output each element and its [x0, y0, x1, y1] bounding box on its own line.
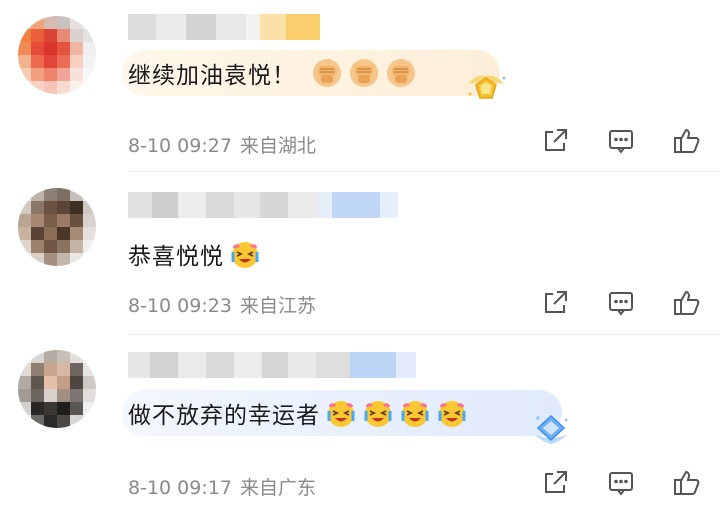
crying-laugh-emoji	[231, 242, 259, 268]
comment-location: 来自广东	[239, 477, 316, 499]
crying-laugh-emoji	[364, 401, 392, 427]
share-icon[interactable]	[540, 126, 570, 156]
fist-emoji	[387, 59, 415, 87]
comment-date: 8-10	[128, 135, 172, 157]
comment-meta: 8-10 09:17 来自广东	[128, 473, 316, 500]
share-icon[interactable]	[540, 468, 570, 498]
crying-laugh-emoji	[438, 401, 466, 427]
fist-emoji	[313, 59, 341, 87]
comment-actions	[540, 468, 702, 498]
like-icon[interactable]	[672, 468, 702, 498]
comment-meta: 8-10 09:27 来自湖北	[128, 131, 316, 158]
comment-time: 09:17	[177, 477, 232, 499]
avatar[interactable]	[18, 350, 96, 428]
comment-text: 做不放弃的幸运者	[128, 390, 468, 436]
comment-content: 恭喜悦悦	[128, 244, 224, 270]
comment-date: 8-10	[128, 295, 172, 317]
divider	[128, 334, 720, 335]
comment-time: 09:27	[177, 135, 232, 157]
comment-actions	[540, 126, 702, 156]
share-icon[interactable]	[540, 288, 570, 318]
comment-text: 恭喜悦悦	[128, 231, 261, 277]
comment-date: 8-10	[128, 477, 172, 499]
fist-emoji	[350, 59, 378, 87]
gold-medal-icon	[468, 75, 506, 99]
comment-text: 继续加油袁悦！	[128, 50, 417, 96]
username-blurred[interactable]	[128, 192, 398, 218]
crying-laugh-emoji	[327, 401, 355, 427]
comment-meta: 8-10 09:23 来自江苏	[128, 291, 316, 318]
comment-time: 09:23	[177, 295, 232, 317]
username-blurred[interactable]	[128, 14, 320, 40]
crying-laugh-emoji	[401, 401, 429, 427]
avatar[interactable]	[18, 16, 96, 94]
like-icon[interactable]	[672, 288, 702, 318]
blue-diamond-icon	[534, 414, 568, 444]
comment-icon[interactable]	[606, 288, 636, 318]
comment-icon[interactable]	[606, 468, 636, 498]
comment-location: 来自江苏	[239, 295, 316, 317]
username-blurred[interactable]	[128, 352, 416, 378]
comment-content: 做不放弃的幸运者	[128, 403, 320, 429]
comment-location: 来自湖北	[239, 135, 316, 157]
comment-icon[interactable]	[606, 126, 636, 156]
comment-item: 恭喜悦悦 8-10 09:23 来自江苏	[0, 172, 720, 336]
comment-item: 做不放弃的幸运者 8-10 09:17 来自广东	[0, 336, 720, 512]
comment-actions	[540, 288, 702, 318]
like-icon[interactable]	[672, 126, 702, 156]
comment-content: 继续加油袁悦！	[128, 63, 296, 89]
comment-item: 继续加油袁悦！ 8-10 09:27 来自湖北	[0, 0, 720, 172]
avatar[interactable]	[18, 188, 96, 266]
